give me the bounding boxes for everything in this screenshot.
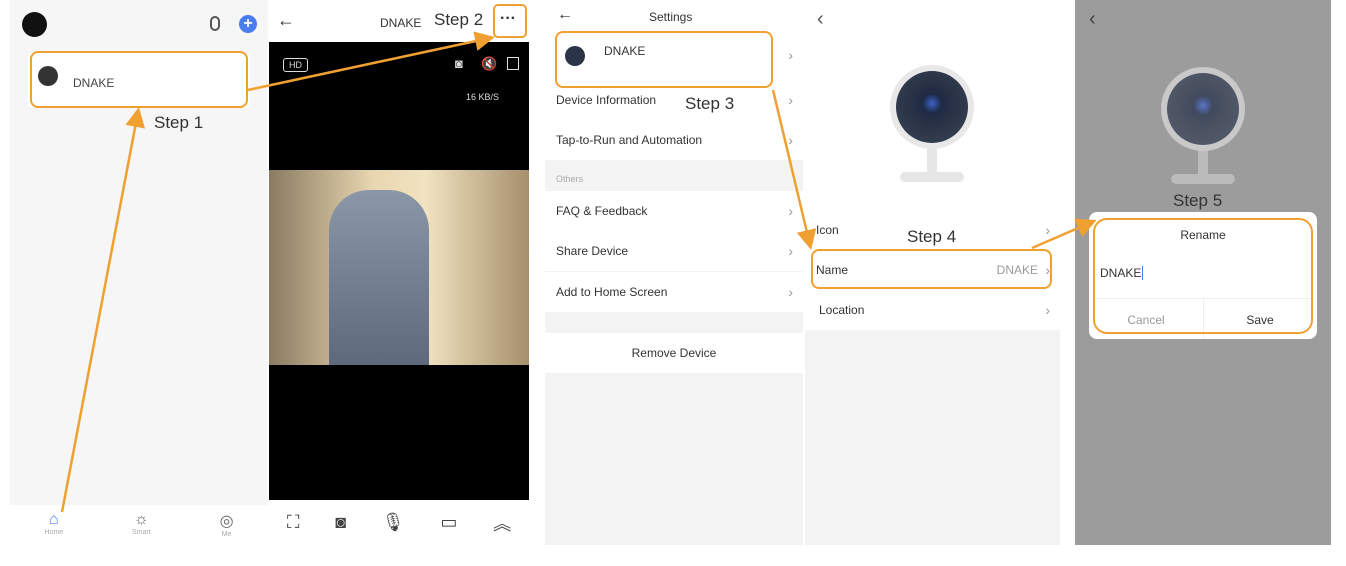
chevron-right-icon: ›: [788, 203, 793, 219]
microphone-icon[interactable]: 🎙: [382, 512, 405, 533]
nav-me[interactable]: ◎ Me: [220, 505, 234, 545]
add-device-icon[interactable]: +: [239, 15, 257, 33]
screenshot-icon[interactable]: ◙: [455, 56, 463, 71]
user-icon: ◎: [219, 513, 234, 530]
highlight-more: [493, 4, 527, 38]
row-location[interactable]: Location ›: [805, 290, 1060, 330]
highlight-name-row: [811, 249, 1052, 289]
sun-icon: ☼: [134, 511, 149, 528]
header: ← DNAKE ···: [269, 0, 529, 42]
bottom-nav: ⌂ Home ☼ Smart ◎ Me: [10, 505, 268, 545]
camera-image: [1161, 67, 1245, 151]
step-4-label: Step 4: [907, 227, 957, 246]
row-share[interactable]: Share Device ›: [545, 231, 803, 271]
back-arrow-icon[interactable]: ←: [557, 6, 573, 24]
row-label: Icon: [816, 223, 839, 237]
chevron-right-icon: ›: [788, 132, 793, 148]
row-automation[interactable]: Tap-to-Run and Automation ›: [545, 120, 803, 160]
chevron-right-icon: ›: [788, 47, 793, 63]
step-2-label: Step 2: [434, 10, 484, 29]
chevron-right-icon: ›: [788, 243, 793, 259]
row-label: Share Device: [556, 244, 629, 258]
highlight-device-card: [30, 51, 248, 108]
control-bar: ⛶ ◙ 🎙 ▭ ︽: [269, 500, 529, 545]
chevron-right-icon: ›: [1045, 222, 1050, 238]
back-chevron-icon[interactable]: ‹: [1089, 8, 1096, 31]
row-label: FAQ & Feedback: [556, 204, 648, 218]
row-label: Device Information: [556, 93, 657, 107]
row-add-home[interactable]: Add to Home Screen ›: [545, 272, 803, 312]
camera-icon[interactable]: ◙: [335, 512, 346, 533]
fullscreen-icon[interactable]: [507, 57, 519, 70]
record-video-icon[interactable]: ▭: [440, 512, 457, 533]
section-label: Others: [556, 174, 584, 184]
avatar[interactable]: [22, 12, 47, 37]
page-title: DNAKE: [380, 16, 422, 30]
back-arrow-icon[interactable]: ←: [277, 10, 295, 31]
row-label: Location: [819, 303, 865, 317]
nav-home[interactable]: ⌂ Home: [44, 505, 63, 545]
expand-icon[interactable]: ︽: [493, 510, 511, 536]
back-chevron-icon[interactable]: ‹: [817, 8, 824, 31]
step-3-label: Step 3: [685, 94, 735, 113]
mute-icon[interactable]: 🔇: [481, 56, 497, 72]
step-5-label: Step 5: [1173, 191, 1223, 210]
chevron-right-icon: ›: [788, 92, 793, 108]
row-label: Tap-to-Run and Automation: [556, 133, 703, 147]
button-label: Remove Device: [631, 346, 717, 360]
home-icon: ⌂: [48, 511, 59, 528]
chevron-right-icon: ›: [788, 284, 793, 300]
highlight-dialog: [1093, 218, 1313, 334]
highlight-device-header: [555, 31, 773, 88]
nav-smart[interactable]: ☼ Smart: [132, 505, 151, 545]
person-figure: [329, 190, 429, 365]
hd-badge[interactable]: HD: [283, 58, 308, 72]
row-label: Add to Home Screen: [556, 285, 668, 299]
microphone-icon[interactable]: [210, 16, 220, 31]
crop-icon[interactable]: ⛶: [287, 512, 300, 533]
chevron-right-icon: ›: [1045, 302, 1050, 318]
remove-device-button[interactable]: Remove Device: [545, 333, 803, 373]
step-1-label: Step 1: [154, 113, 204, 132]
page-title: Settings: [649, 10, 693, 24]
video-frame: [269, 170, 529, 365]
live-view-screen: ← DNAKE ··· HD ◙ 🔇 16 KB/S ⛶ ◙ 🎙 ▭ ︽: [269, 0, 529, 545]
camera-image: [890, 65, 974, 149]
row-faq[interactable]: FAQ & Feedback ›: [545, 191, 803, 231]
speed-readout: 16 KB/S: [466, 92, 500, 102]
